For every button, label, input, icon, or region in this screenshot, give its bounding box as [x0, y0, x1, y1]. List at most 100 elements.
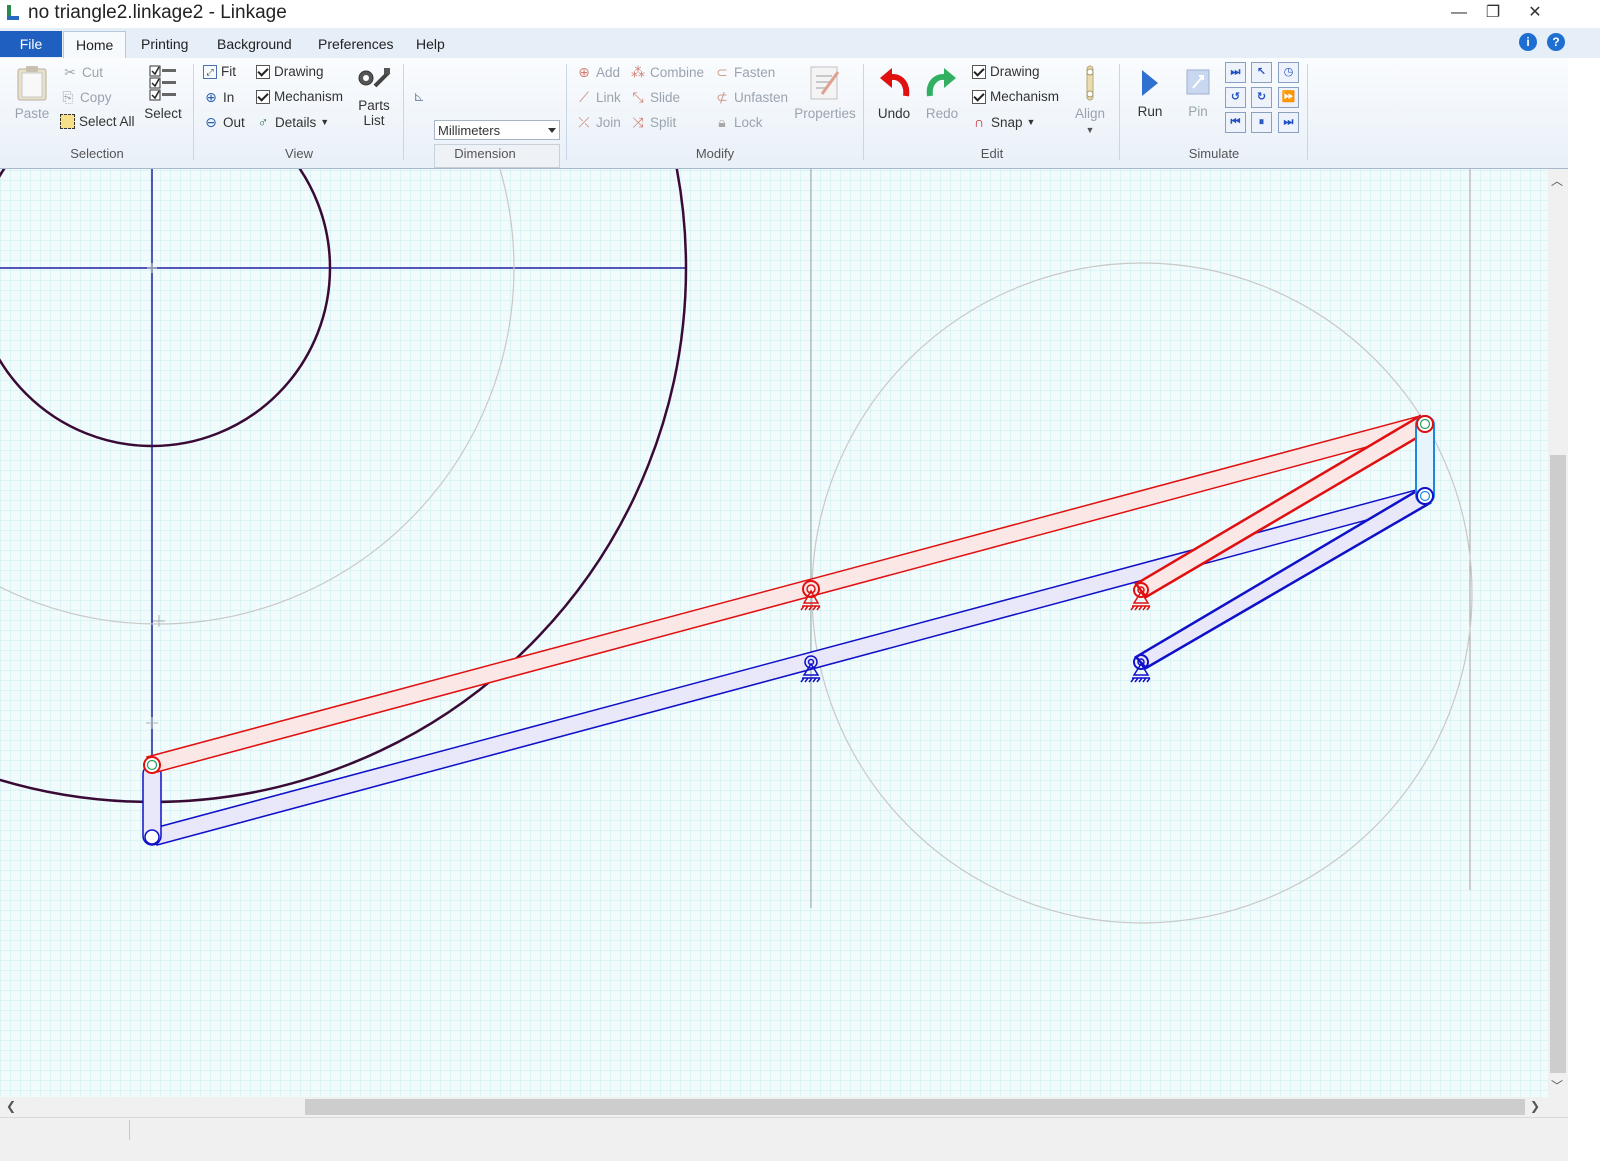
- pin-label: Pin: [1188, 104, 1208, 119]
- units-select[interactable]: Millimeters: [434, 120, 560, 140]
- play-icon: [1142, 70, 1158, 96]
- info-icon[interactable]: i: [1519, 33, 1537, 51]
- drawing-canvas[interactable]: [0, 169, 1548, 1097]
- dimension-group-label: Dimension: [454, 146, 516, 161]
- redo-button[interactable]: Redo: [923, 64, 961, 121]
- maximize-button[interactable]: ❐: [1476, 0, 1510, 26]
- paperclip-icon: ⊂: [716, 64, 728, 80]
- cut-label: Cut: [82, 64, 104, 80]
- select-all-button[interactable]: Select All: [60, 114, 135, 129]
- close-button[interactable]: ✕: [1518, 0, 1552, 26]
- paste-label: Paste: [14, 106, 50, 121]
- edit-mechanism-checkbox[interactable]: Mechanism: [972, 89, 1059, 104]
- fasten-label: Fasten: [734, 64, 776, 80]
- unfasten-button[interactable]: ⊄ Unfasten: [714, 89, 788, 105]
- fit-button[interactable]: ⤢ Fit: [203, 64, 236, 79]
- tab-printing[interactable]: Printing: [129, 31, 200, 57]
- cursor-button[interactable]: ↖: [1251, 62, 1272, 83]
- combine-label: Combine: [650, 64, 705, 80]
- split-button[interactable]: ⤨ Split: [630, 114, 676, 130]
- combine-icon: ⁂: [631, 64, 645, 80]
- pin-button[interactable]: Pin: [1180, 66, 1216, 119]
- scroll-down-arrow-icon[interactable]: ﹀: [1551, 1077, 1563, 1094]
- connector[interactable]: [1419, 418, 1431, 430]
- lock-button[interactable]: 🔒︎ Lock: [714, 114, 762, 130]
- connector[interactable]: [144, 829, 160, 845]
- zoom-out-label: Out: [223, 114, 245, 130]
- connector[interactable]: [146, 759, 158, 771]
- fasten-button[interactable]: ⊂ Fasten: [714, 64, 775, 80]
- scroll-left-arrow-icon[interactable]: ❮: [6, 1099, 16, 1113]
- minimize-button[interactable]: —: [1442, 0, 1476, 26]
- zoom-out-button[interactable]: ⊖ Out: [203, 114, 245, 130]
- view-group-label: View: [285, 146, 313, 161]
- view-mechanism-checkbox[interactable]: Mechanism: [256, 89, 343, 104]
- join-icon: ⤫: [578, 114, 590, 130]
- link-button[interactable]: ⟋ Link: [576, 89, 621, 105]
- view-drawing-checkbox[interactable]: Drawing: [256, 64, 324, 79]
- parts-label: Parts: [358, 98, 390, 113]
- tab-background[interactable]: Background: [205, 31, 304, 57]
- view-mechanism-label: Mechanism: [274, 89, 344, 104]
- skip-forward-button[interactable]: ⏩: [1278, 87, 1299, 108]
- app-icon: [7, 5, 19, 20]
- help-icon[interactable]: ?: [1547, 33, 1565, 51]
- dropdown-arrow-icon: ▼: [1085, 125, 1095, 135]
- selection-group-label: Selection: [70, 146, 124, 161]
- combine-button[interactable]: ⁂ Combine: [630, 64, 704, 80]
- dropdown-arrow-icon: ▼: [320, 117, 330, 127]
- align-button[interactable]: Align ▼: [1072, 64, 1108, 136]
- step-back-button[interactable]: ⏮: [1225, 112, 1246, 133]
- add-button[interactable]: ⊕ Add: [576, 64, 620, 80]
- add-connector-icon: ⊕: [578, 64, 590, 80]
- fast-forward-button[interactable]: ⏭: [1225, 62, 1246, 83]
- tab-preferences[interactable]: Preferences: [306, 31, 405, 57]
- file-tab[interactable]: File: [0, 31, 62, 57]
- add-label: Add: [596, 64, 621, 80]
- horizontal-scroll-thumb[interactable]: [305, 1099, 1525, 1115]
- align-label: Align: [1074, 106, 1106, 121]
- tab-home[interactable]: Home: [63, 31, 127, 59]
- snap-dropdown[interactable]: ∩ Snap ▼: [971, 114, 1035, 130]
- status-bar: [0, 1117, 1568, 1161]
- properties-button[interactable]: Properties: [794, 64, 856, 121]
- slide-label: Slide: [650, 89, 681, 105]
- paste-button[interactable]: Paste: [12, 64, 52, 121]
- slide-icon: ⤡: [632, 89, 644, 105]
- scroll-right-arrow-icon[interactable]: ❯: [1530, 1099, 1540, 1113]
- title-bar: no triangle2.linkage2 - Linkage — ❐ ✕: [0, 0, 1600, 28]
- details-label: Details: [275, 114, 317, 130]
- mechanism-drawing[interactable]: [0, 169, 1548, 1097]
- properties-icon: [810, 66, 840, 100]
- parts-list-button[interactable]: Parts List: [354, 66, 394, 128]
- step-forward-button[interactable]: ⏭: [1278, 112, 1299, 133]
- tab-help[interactable]: Help: [404, 31, 457, 57]
- fit-label: Fit: [221, 64, 236, 79]
- edit-mechanism-label: Mechanism: [990, 89, 1060, 104]
- unfasten-icon: ⊄: [716, 89, 728, 105]
- connector[interactable]: [1419, 490, 1431, 502]
- select-button[interactable]: Select: [144, 64, 182, 121]
- rotate-ccw-button[interactable]: ↺: [1225, 87, 1246, 108]
- undo-button[interactable]: Undo: [875, 64, 913, 121]
- copy-button[interactable]: ⎘ Copy: [60, 89, 111, 105]
- scroll-up-arrow-icon[interactable]: ︿: [1551, 172, 1563, 189]
- details-dropdown[interactable]: ♂ Details ▼: [255, 114, 329, 130]
- zoom-in-button[interactable]: ⊕ In: [203, 89, 234, 105]
- clock-button[interactable]: ◷: [1278, 62, 1299, 83]
- join-button[interactable]: ⤫ Join: [576, 114, 620, 130]
- undo-label: Undo: [877, 106, 911, 121]
- cut-button[interactable]: ✂ Cut: [62, 64, 103, 80]
- run-button[interactable]: Run: [1132, 66, 1168, 119]
- pause-button[interactable]: ⏸: [1251, 112, 1272, 133]
- clipboard-icon: [17, 66, 47, 101]
- checkbox-checked-icon: [972, 64, 986, 79]
- checkbox-checked-icon: [256, 89, 270, 104]
- split-label: Split: [650, 114, 677, 130]
- link-label: Link: [596, 89, 621, 105]
- vertical-scroll-thumb[interactable]: [1550, 455, 1566, 1073]
- slide-button[interactable]: ⤡ Slide: [630, 89, 680, 105]
- select-list-icon: [149, 65, 176, 101]
- rotate-cw-button[interactable]: ↻: [1251, 87, 1272, 108]
- edit-drawing-checkbox[interactable]: Drawing: [972, 64, 1040, 79]
